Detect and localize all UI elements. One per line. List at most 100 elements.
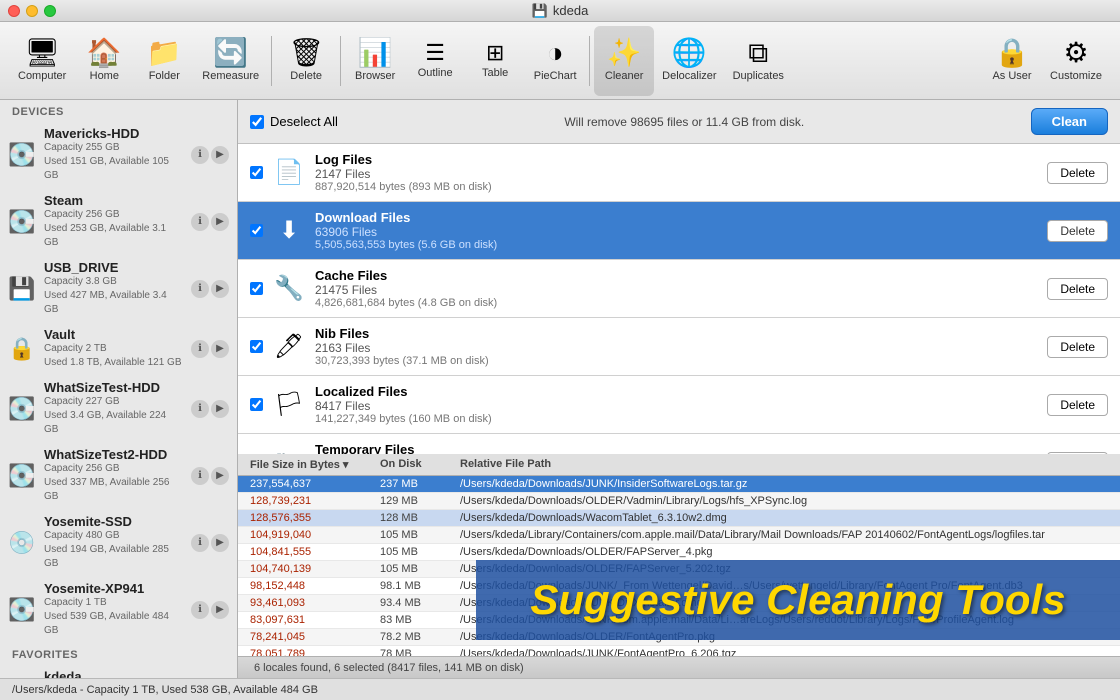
cache-files-checkbox[interactable] <box>250 282 263 295</box>
category-log-files[interactable]: 📄 Log Files 2147 Files 887,920,514 bytes… <box>238 144 1120 202</box>
toolbar-customize[interactable]: ⚙ Customize <box>1042 26 1110 96</box>
yosemite-xp941-icon: 💽 <box>8 597 36 623</box>
clean-header: Deselect All Will remove 98695 files or … <box>238 100 1120 144</box>
category-cache-files[interactable]: 🔧 Cache Files 21475 Files 4,826,681,684 … <box>238 260 1120 318</box>
sidebar-item-vault[interactable]: 🔒 Vault Capacity 2 TB Used 1.8 TB, Avail… <box>0 322 237 375</box>
category-download-files[interactable]: ⬇ Download Files 63906 Files 5,505,563,5… <box>238 202 1120 260</box>
nib-files-checkbox[interactable] <box>250 340 263 353</box>
remeasure-icon: 🔄 <box>213 39 248 67</box>
table-row[interactable]: 104,841,555 105 MB /Users/kdeda/Download… <box>238 544 1120 561</box>
folder-icon: 📁 <box>147 39 182 67</box>
toolbar-folder-label: Folder <box>149 70 180 82</box>
will-remove-text: Will remove 98695 files or 11.4 GB from … <box>564 115 804 129</box>
toolbar-home[interactable]: 🏠 Home <box>74 26 134 96</box>
cleaner-icon-wrap: ✨ <box>607 39 642 67</box>
localized-files-checkbox[interactable] <box>250 398 263 411</box>
sidebar-action-btn-whatsizetest2[interactable]: ▶ <box>211 467 229 485</box>
download-files-checkbox[interactable] <box>250 224 263 237</box>
toolbar-remeasure-label: Remeasure <box>202 70 259 82</box>
clean-button[interactable]: Clean <box>1031 108 1108 135</box>
table-row[interactable]: 78,051,789 78 MB /Users/kdeda/Downloads/… <box>238 646 1120 656</box>
toolbar-cleaner[interactable]: ✨ Cleaner <box>594 26 654 96</box>
col-disk[interactable]: On Disk <box>380 458 460 471</box>
toolbar-home-label: Home <box>90 70 119 82</box>
sidebar: DEVICES 💽 Mavericks-HDD Capacity 255 GB … <box>0 100 238 678</box>
toolbar-asuser[interactable]: 🔒 As User <box>982 26 1042 96</box>
sidebar-info-btn-mavericks[interactable]: ℹ <box>191 146 209 164</box>
toolbar-delete-label: Delete <box>290 70 322 82</box>
sidebar-item-kdeda[interactable]: 👤 kdeda 103 GB on disk 1142191 Files, 20… <box>0 664 237 678</box>
toolbar-customize-label: Customize <box>1050 70 1102 82</box>
table-row[interactable]: 237,554,637 237 MB /Users/kdeda/Download… <box>238 476 1120 493</box>
sidebar-info-btn-whatsizetest[interactable]: ℹ <box>191 400 209 418</box>
deselect-all-label: Deselect All <box>270 114 338 129</box>
deselect-all: Deselect All <box>250 114 338 129</box>
sidebar-action-btn-usb[interactable]: ▶ <box>211 280 229 298</box>
sidebar-info-btn-whatsizetest2[interactable]: ℹ <box>191 467 209 485</box>
sidebar-info-btn-yosemite-ssd[interactable]: ℹ <box>191 534 209 552</box>
sidebar-item-whatsizetest-hdd[interactable]: 💽 WhatSizeTest-HDD Capacity 227 GB Used … <box>0 375 237 442</box>
title-bar: 💾 kdeda <box>0 0 1120 22</box>
sidebar-item-usb-drive[interactable]: 💾 USB_DRIVE Capacity 3.8 GB Used 427 MB,… <box>0 255 237 322</box>
sidebar-item-steam[interactable]: 💽 Steam Capacity 256 GB Used 253 GB, Ava… <box>0 188 237 255</box>
col-bytes[interactable]: File Size in Bytes ▾ <box>250 458 380 471</box>
toolbar-piechart[interactable]: ◑ PieChart <box>525 26 585 96</box>
table-icon: ⊞ <box>486 42 504 64</box>
sidebar-item-yosemite-xp941[interactable]: 💽 Yosemite-XP941 Capacity 1 TB Used 539 … <box>0 576 237 643</box>
toolbar-duplicates[interactable]: ⧉ Duplicates <box>725 26 792 96</box>
toolbar-folder[interactable]: 📁 Folder <box>134 26 194 96</box>
toolbar-remeasure[interactable]: 🔄 Remeasure <box>194 26 267 96</box>
whatsizetest2-icon: 💽 <box>8 463 36 489</box>
usb-drive-icon: 💾 <box>8 276 36 302</box>
category-localized-files[interactable]: 🏳 Localized Files 8417 Files 141,227,349… <box>238 376 1120 434</box>
zoom-button[interactable] <box>44 5 56 17</box>
sidebar-action-btn-mavericks[interactable]: ▶ <box>211 146 229 164</box>
sidebar-action-btn-yosemite-xp941[interactable]: ▶ <box>211 601 229 619</box>
category-nib-files[interactable]: 🖊 Nib Files 2163 Files 30,723,393 bytes … <box>238 318 1120 376</box>
nib-files-icon: 🖊 <box>273 332 305 361</box>
log-files-delete-btn[interactable]: Delete <box>1047 162 1108 184</box>
deselect-all-checkbox[interactable] <box>250 115 264 129</box>
toolbar-asuser-label: As User <box>992 70 1031 82</box>
content-wrapper: Deselect All Will remove 98695 files or … <box>238 100 1120 678</box>
table-row[interactable]: 128,576,355 128 MB /Users/kdeda/Download… <box>238 510 1120 527</box>
delete-icon: 🗑 <box>288 39 324 67</box>
nib-files-delete-btn[interactable]: Delete <box>1047 336 1108 358</box>
toolbar-delocalizer[interactable]: 🌐 Delocalizer <box>654 26 724 96</box>
asuser-icon: 🔒 <box>995 39 1030 67</box>
sidebar-item-yosemite-ssd[interactable]: 💿 Yosemite-SSD Capacity 480 GB Used 194 … <box>0 509 237 576</box>
cleaning-overlay: Suggestive Cleaning Tools <box>476 560 1120 640</box>
download-files-delete-btn[interactable]: Delete <box>1047 220 1108 242</box>
sidebar-item-mavericks-hdd[interactable]: 💽 Mavericks-HDD Capacity 255 GB Used 151… <box>0 121 237 188</box>
localized-files-delete-btn[interactable]: Delete <box>1047 394 1108 416</box>
close-button[interactable] <box>8 5 20 17</box>
traffic-lights[interactable] <box>8 5 56 17</box>
computer-icon: 🖥 <box>24 39 60 67</box>
log-files-checkbox[interactable] <box>250 166 263 179</box>
table-row[interactable]: 128,739,231 129 MB /Users/kdeda/Download… <box>238 493 1120 510</box>
minimize-button[interactable] <box>26 5 38 17</box>
sidebar-action-btn-vault[interactable]: ▶ <box>211 340 229 358</box>
sidebar-action-btn-yosemite-ssd[interactable]: ▶ <box>211 534 229 552</box>
sidebar-item-whatsizetest2-hdd[interactable]: 💽 WhatSizeTest2-HDD Capacity 256 GB Used… <box>0 442 237 509</box>
sidebar-action-btn-whatsizetest[interactable]: ▶ <box>211 400 229 418</box>
toolbar-browser[interactable]: 📊 Browser <box>345 26 405 96</box>
sidebar-info-btn-steam[interactable]: ℹ <box>191 213 209 231</box>
customize-icon: ⚙ <box>1063 39 1088 67</box>
toolbar-table[interactable]: ⊞ Table <box>465 26 525 96</box>
toolbar-outline[interactable]: ☰ Outline <box>405 26 465 96</box>
col-path[interactable]: Relative File Path <box>460 458 1108 471</box>
files-table-header: File Size in Bytes ▾ On Disk Relative Fi… <box>238 454 1120 476</box>
toolbar-outline-label: Outline <box>418 67 453 79</box>
cache-files-delete-btn[interactable]: Delete <box>1047 278 1108 300</box>
table-row[interactable]: 104,919,040 105 MB /Users/kdeda/Library/… <box>238 527 1120 544</box>
sidebar-action-btn-steam[interactable]: ▶ <box>211 213 229 231</box>
category-temporary-files[interactable]: 📷 Temporary Files 587 Files 57,238,704 b… <box>238 434 1120 454</box>
toolbar-delete[interactable]: 🗑 Delete <box>276 26 336 96</box>
toolbar-sep-1 <box>271 36 272 86</box>
sidebar-info-btn-vault[interactable]: ℹ <box>191 340 209 358</box>
app-icon: 💾 <box>532 3 548 19</box>
toolbar-computer[interactable]: 🖥 Computer <box>10 26 74 96</box>
sidebar-info-btn-usb[interactable]: ℹ <box>191 280 209 298</box>
sidebar-info-btn-yosemite-xp941[interactable]: ℹ <box>191 601 209 619</box>
